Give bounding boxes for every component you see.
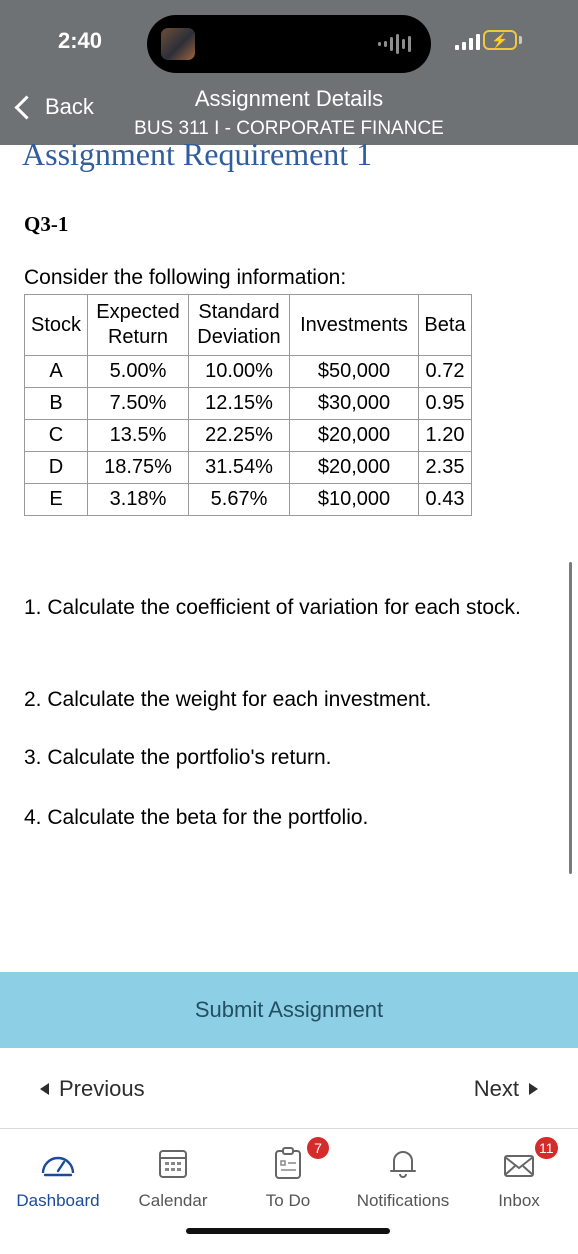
cell-beta: 0.95 [418, 387, 472, 420]
next-button[interactable]: Next [474, 1076, 538, 1102]
cell-expected-return: 13.5% [87, 419, 189, 452]
page-title: Assignment Details [194, 86, 384, 111]
tab-label: Calendar [138, 1191, 208, 1210]
todo-count-badge: 7 [307, 1137, 329, 1159]
tab-dashboard[interactable]: Dashboard [3, 1141, 113, 1211]
cell-investments: $20,000 [289, 451, 419, 484]
table-row: C 13.5% 22.25% $20,000 1.20 [24, 419, 472, 452]
cell-beta: 2.35 [418, 451, 472, 484]
triangle-left-icon [40, 1083, 49, 1095]
cell-investments: $30,000 [289, 387, 419, 420]
stock-info-table: Stock Expected Return Standard Deviation… [24, 294, 472, 516]
table-row: A 5.00% 10.00% $50,000 0.72 [24, 355, 472, 388]
cell-beta: 1.20 [418, 419, 472, 452]
task-item: 3. Calculate the portfolio's return. [24, 746, 332, 769]
scrollbar[interactable] [569, 562, 572, 874]
task-item: 4. Calculate the beta for the portfolio. [24, 806, 369, 829]
previous-button[interactable]: Previous [40, 1076, 145, 1102]
task-item: 2. Calculate the weight for each investm… [24, 688, 432, 711]
envelope-icon: 11 [464, 1137, 574, 1179]
app-header: 2:40 ⚡ Back Assignment Details BUS 311 I… [0, 0, 578, 145]
tab-label: To Do [265, 1191, 311, 1210]
dashboard-gauge-icon [3, 1141, 113, 1179]
cell-expected-return: 3.18% [87, 483, 189, 516]
table-row: B 7.50% 12.15% $30,000 0.95 [24, 387, 472, 420]
triangle-right-icon [529, 1083, 538, 1095]
table-header-row: Stock Expected Return Standard Deviation… [24, 294, 472, 356]
tab-todo[interactable]: 7 To Do [233, 1137, 343, 1211]
assignment-heading: Assignment Requirement 1 [22, 136, 373, 172]
cellular-signal-icon [455, 34, 480, 50]
cell-stock: C [24, 419, 88, 452]
cell-expected-return: 7.50% [87, 387, 189, 420]
header-beta: Beta [418, 294, 472, 356]
now-playing-artwork [161, 28, 195, 60]
calendar-icon [118, 1141, 228, 1179]
bell-icon [348, 1141, 458, 1179]
cell-investments: $20,000 [289, 419, 419, 452]
table-row: E 3.18% 5.67% $10,000 0.43 [24, 483, 472, 516]
cell-standard-deviation: 12.15% [188, 387, 290, 420]
tab-inbox[interactable]: 11 Inbox [464, 1137, 574, 1211]
submit-label: Submit Assignment [194, 997, 384, 1022]
cell-expected-return: 5.00% [87, 355, 189, 388]
cell-stock: E [24, 483, 88, 516]
home-indicator [186, 1228, 390, 1234]
header-standard-deviation: Standard Deviation [188, 294, 290, 356]
cell-standard-deviation: 10.00% [188, 355, 290, 388]
battery-charging-icon: ⚡ [483, 30, 517, 50]
cell-stock: D [24, 451, 88, 484]
battery-tip [519, 36, 522, 44]
tab-label: Notifications [356, 1191, 450, 1210]
header-investments: Investments [289, 294, 419, 356]
cell-investments: $10,000 [289, 483, 419, 516]
table-row: D 18.75% 31.54% $20,000 2.35 [24, 451, 472, 484]
tab-notifications[interactable]: Notifications [348, 1141, 458, 1211]
task-item: 1. Calculate the coefficient of variatio… [24, 596, 521, 619]
cell-beta: 0.43 [418, 483, 472, 516]
header-expected-return: Expected Return [87, 294, 189, 356]
tab-label: Inbox [498, 1191, 540, 1210]
dynamic-island [147, 15, 431, 73]
next-label: Next [473, 1076, 519, 1101]
bottom-tab-bar: Dashboard Calendar 7 To Do Notifications… [0, 1128, 578, 1254]
inbox-count-badge: 11 [535, 1137, 558, 1159]
question-label: Q3-1 [24, 212, 69, 236]
cell-standard-deviation: 5.67% [188, 483, 290, 516]
cell-stock: B [24, 387, 88, 420]
submit-assignment-button[interactable]: Submit Assignment [0, 972, 578, 1048]
previous-label: Previous [59, 1076, 145, 1101]
audio-waveform-icon [378, 33, 411, 55]
tab-label: Dashboard [16, 1191, 100, 1210]
cell-investments: $50,000 [289, 355, 419, 388]
todo-list-icon: 7 [233, 1137, 343, 1179]
cell-standard-deviation: 22.25% [188, 419, 290, 452]
header-stock: Stock [24, 294, 88, 356]
cell-beta: 0.72 [418, 355, 472, 388]
cell-standard-deviation: 31.54% [188, 451, 290, 484]
cell-expected-return: 18.75% [87, 451, 189, 484]
tab-calendar[interactable]: Calendar [118, 1141, 228, 1211]
cell-stock: A [24, 355, 88, 388]
status-time: 2:40 [58, 28, 103, 53]
intro-text: Consider the following information: [24, 266, 347, 289]
